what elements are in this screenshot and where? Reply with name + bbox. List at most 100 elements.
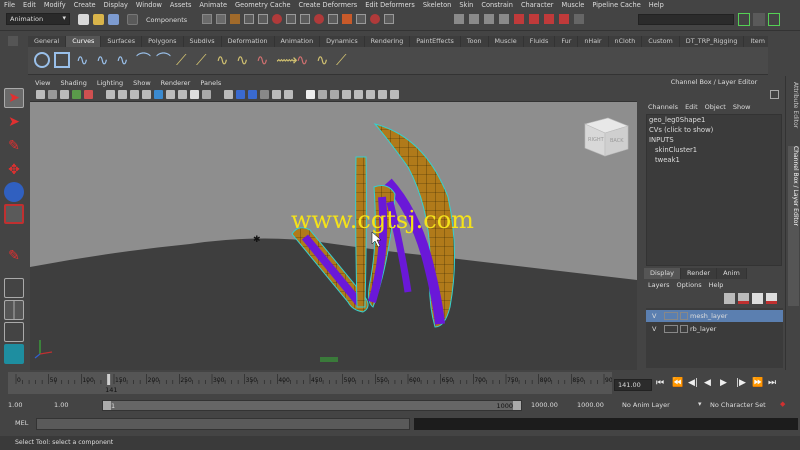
- viewport-menu-view[interactable]: View: [30, 78, 55, 88]
- auto-key-icon[interactable]: ◆: [780, 400, 796, 411]
- menu-window[interactable]: Window: [132, 1, 166, 9]
- perspective-viewport[interactable]: ✱ RIGHT BACK www.cgtsj.com: [30, 102, 637, 370]
- layout-graph-icon[interactable]: [4, 344, 24, 364]
- shelf-tab-surfaces[interactable]: Surfaces: [101, 36, 143, 47]
- anim-end-field[interactable]: 1000.00: [577, 400, 617, 411]
- viewport-tool-9-icon[interactable]: [142, 90, 151, 99]
- extend-curve-icon[interactable]: ∿: [236, 52, 252, 68]
- layer-menu-help[interactable]: Help: [709, 281, 724, 289]
- shelf-tab-custom[interactable]: Custom: [642, 36, 680, 47]
- layer-type-box[interactable]: [664, 312, 678, 320]
- mel-input[interactable]: [36, 418, 410, 430]
- rebuild-curve-icon[interactable]: ∿: [296, 52, 312, 68]
- menu-geometry-cache[interactable]: Geometry Cache: [231, 1, 294, 9]
- channel-box-tab[interactable]: Channel Box / Layer Editor: [788, 146, 799, 306]
- fillet-curve-icon[interactable]: ∿: [316, 52, 332, 68]
- shelf-tab-toon[interactable]: Toon: [461, 36, 489, 47]
- mask-deform-icon[interactable]: [370, 14, 380, 24]
- ipr-render-icon[interactable]: [544, 14, 554, 24]
- channel-line-tweak1[interactable]: tweak1: [647, 155, 781, 165]
- viewport-tool-2-icon[interactable]: [48, 90, 57, 99]
- menu-pipeline-cache[interactable]: Pipeline Cache: [588, 1, 644, 9]
- shelf-tab-item[interactable]: Item: [744, 36, 772, 47]
- mask-param-icon[interactable]: [328, 14, 338, 24]
- viewport-tool-14-icon[interactable]: [202, 90, 211, 99]
- step-forward-key-icon[interactable]: |▶: [736, 378, 748, 392]
- arc-three-point-icon[interactable]: ⌒: [156, 52, 172, 68]
- viewcube[interactable]: RIGHT BACK: [584, 117, 629, 157]
- shelf-tab-animation[interactable]: Animation: [275, 36, 321, 47]
- viewport-tool-11-icon[interactable]: [166, 90, 175, 99]
- new-layer-selected-icon[interactable]: [738, 293, 749, 304]
- snap-grid-icon[interactable]: [454, 14, 464, 24]
- mask-curve-icon[interactable]: [342, 14, 352, 24]
- viewport-tool-13-icon[interactable]: [190, 90, 199, 99]
- layer-up-icon[interactable]: [752, 293, 763, 304]
- viewport-tool-10-icon[interactable]: [154, 90, 163, 99]
- anim-layer-chevron-icon[interactable]: ▾: [698, 400, 708, 411]
- viewport-tool-4-icon[interactable]: [72, 90, 81, 99]
- channel-box-panel-icon[interactable]: [770, 90, 779, 99]
- reverse-curve-icon[interactable]: ⟿: [276, 52, 298, 68]
- viewport-menu-panels[interactable]: Panels: [195, 78, 226, 88]
- mask-pivot-icon[interactable]: [286, 14, 296, 24]
- layer-tab-render[interactable]: Render: [680, 268, 718, 279]
- viewport-tool-24-icon[interactable]: [342, 90, 351, 99]
- snap-curve-icon[interactable]: [469, 14, 479, 24]
- layer-down-icon[interactable]: [766, 293, 777, 304]
- current-time-marker[interactable]: [107, 374, 111, 385]
- playback-start-field[interactable]: 1.00: [54, 400, 94, 411]
- layer-menu-options[interactable]: Options: [677, 281, 702, 289]
- viewport-menu-show[interactable]: Show: [128, 78, 156, 88]
- mask-hull-icon[interactable]: [300, 14, 310, 24]
- new-scene-icon[interactable]: [78, 14, 89, 25]
- menu-create[interactable]: Create: [70, 1, 100, 9]
- menu-assets[interactable]: Assets: [166, 1, 195, 9]
- viewport-tool-16-icon[interactable]: [236, 90, 245, 99]
- menu-set-dropdown[interactable]: Animation: [6, 13, 70, 25]
- layer-tab-anim[interactable]: Anim: [717, 268, 747, 279]
- step-back-icon[interactable]: ⏪: [672, 378, 684, 392]
- menu-display[interactable]: Display: [100, 1, 132, 9]
- cv-curve-icon[interactable]: ∿: [76, 52, 92, 68]
- channel-menu-show[interactable]: Show: [733, 103, 751, 111]
- anim-layer-dropdown[interactable]: No Anim Layer: [622, 400, 698, 411]
- layer-tab-display[interactable]: Display: [644, 268, 681, 279]
- mask-surface-icon[interactable]: [356, 14, 366, 24]
- mask-vertex-icon[interactable]: [230, 14, 240, 24]
- detach-curves-icon[interactable]: ⟋: [196, 52, 212, 68]
- pencil-curve-icon[interactable]: ∿: [116, 52, 132, 68]
- shelf-tab-fluids[interactable]: Fluids: [524, 36, 556, 47]
- scale-tool-icon[interactable]: [4, 204, 24, 224]
- shelf-tab-dt-trp-rigging[interactable]: DT_TRP_Rigging: [680, 36, 745, 47]
- playback-end-field[interactable]: 1000.00: [531, 400, 571, 411]
- viewport-tool-23-icon[interactable]: [330, 90, 339, 99]
- viewport-tool-15-icon[interactable]: [224, 90, 233, 99]
- channel-menu-edit[interactable]: Edit: [685, 103, 698, 111]
- menu-help[interactable]: Help: [645, 1, 668, 9]
- viewport-tool-21-icon[interactable]: [306, 90, 315, 99]
- viewport-tool-1-icon[interactable]: [36, 90, 45, 99]
- mask-all-icon[interactable]: [202, 14, 212, 24]
- offset-curve-icon[interactable]: ∿: [256, 52, 272, 68]
- channel-menu-channels[interactable]: Channels: [648, 103, 678, 111]
- quick-select-field[interactable]: [638, 14, 734, 25]
- menu-create-deformers[interactable]: Create Deformers: [295, 1, 362, 9]
- viewport-menu-lighting[interactable]: Lighting: [92, 78, 128, 88]
- menu-skeleton[interactable]: Skeleton: [419, 1, 456, 9]
- attribute-editor-tab[interactable]: Attribute Editor: [788, 82, 799, 142]
- shelf-tab-polygons[interactable]: Polygons: [142, 36, 184, 47]
- ep-curve-icon[interactable]: ∿: [96, 52, 112, 68]
- viewport-tool-22-icon[interactable]: [318, 90, 327, 99]
- mask-handle-icon[interactable]: [272, 14, 282, 24]
- viewport-tool-28-icon[interactable]: [390, 90, 399, 99]
- play-forward-icon[interactable]: ▶: [720, 378, 732, 392]
- layout-single-icon[interactable]: [4, 278, 24, 298]
- viewport-tool-19-icon[interactable]: [272, 90, 281, 99]
- mask-none-icon[interactable]: [216, 14, 226, 24]
- mask-edge-icon[interactable]: [244, 14, 254, 24]
- play-backward-icon[interactable]: ◀: [704, 378, 716, 392]
- input-line-icon[interactable]: [574, 14, 584, 24]
- cut-curve-icon[interactable]: ⟋: [336, 52, 352, 68]
- layer-name[interactable]: mesh_layer: [690, 310, 727, 322]
